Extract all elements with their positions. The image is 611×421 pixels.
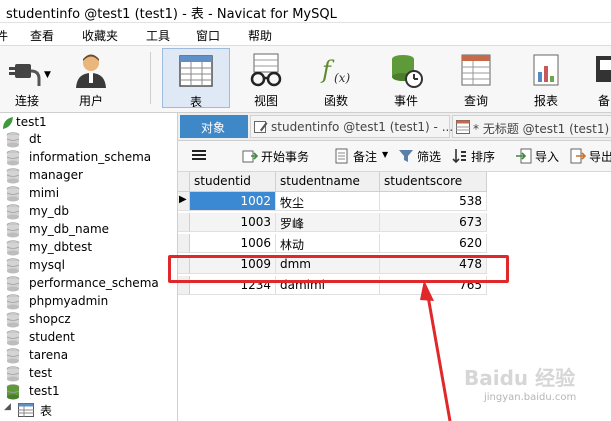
watermark-brand: Baidu 经验: [464, 366, 576, 390]
watermark: Baidu 经验 jingyan.baidu.com: [464, 358, 604, 418]
watermark-site: jingyan.baidu.com: [484, 392, 577, 403]
